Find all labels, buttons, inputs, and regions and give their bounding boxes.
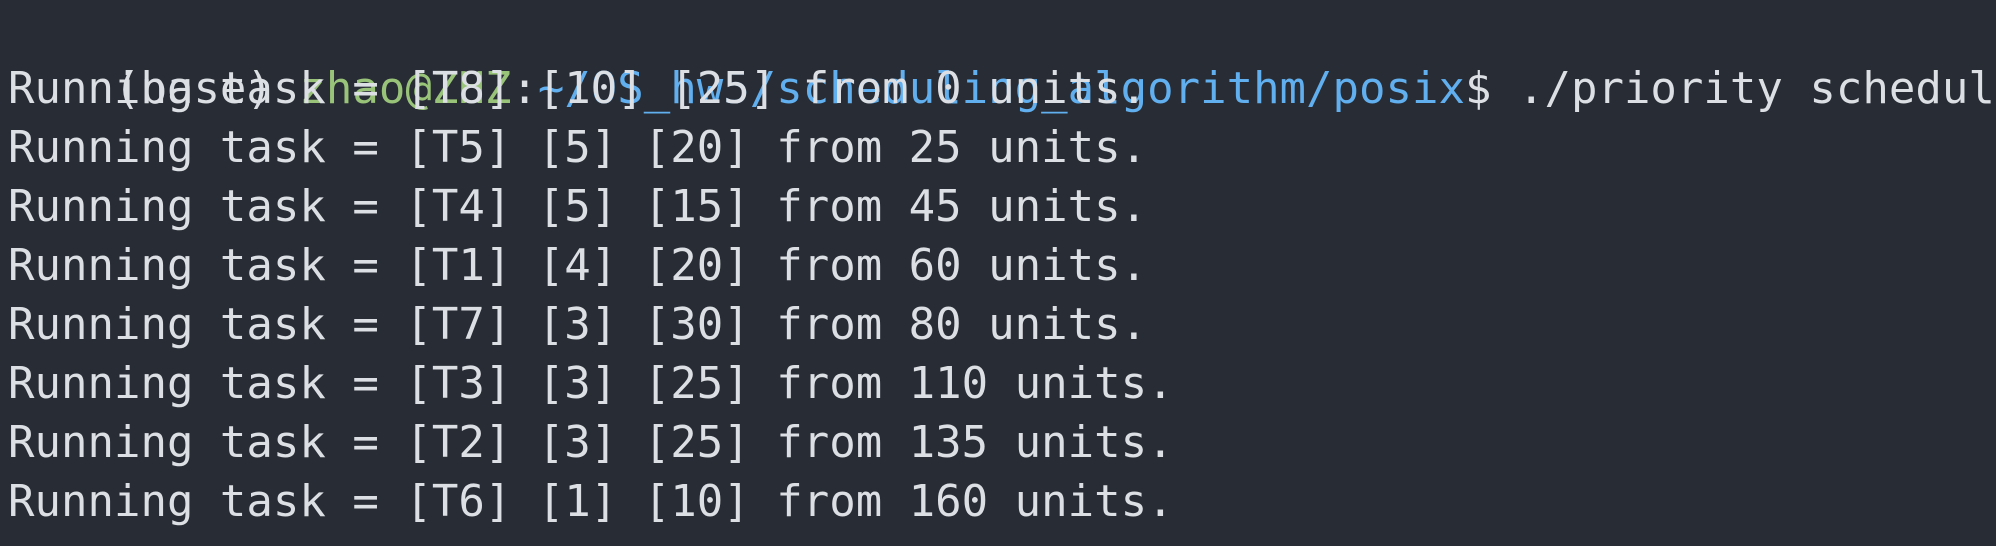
output-line: Running task = [T2] [3] [25] from 135 un…: [8, 417, 1174, 468]
terminal-window[interactable]: (base) zhao@ZHZ:~/OS_hw5/scheduling_algo…: [0, 0, 1996, 546]
prompt-line: (base) zhao@ZHZ:~/OS_hw5/scheduling_algo…: [0, 0, 1996, 114]
output-line: Running task = [T3] [3] [25] from 110 un…: [8, 358, 1174, 409]
output-line: Running task = [T7] [3] [30] from 80 uni…: [8, 299, 1148, 350]
output-line: Running task = [T1] [4] [20] from 60 uni…: [8, 240, 1148, 291]
output-line: Running task = [T6] [1] [10] from 160 un…: [8, 476, 1174, 527]
command-text: ./priority schedule.txt: [1517, 63, 1996, 114]
prompt-symbol: $: [1465, 63, 1518, 114]
output-line: Running task = [T4] [5] [15] from 45 uni…: [8, 181, 1148, 232]
output-line: Running task = [T5] [5] [20] from 25 uni…: [8, 122, 1148, 173]
